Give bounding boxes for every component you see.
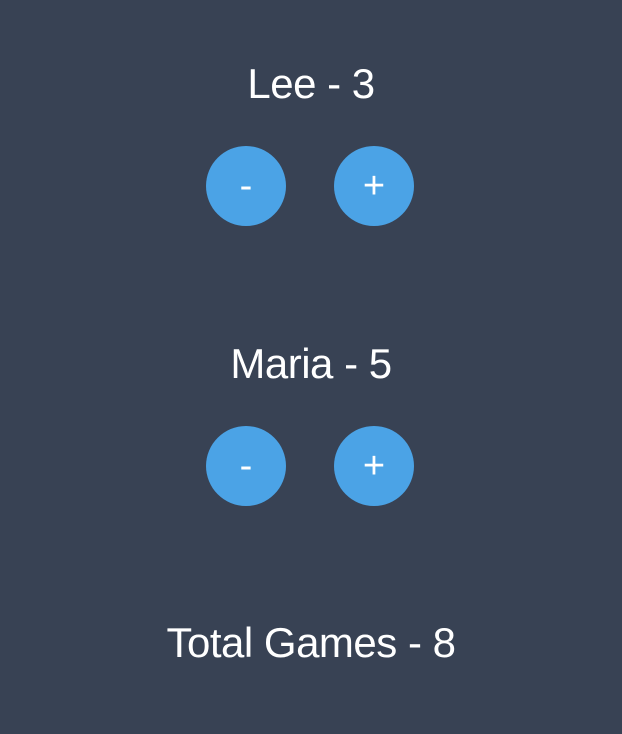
player-1-score-label: Lee - 3 [247, 60, 375, 107]
player-2-decrement-button[interactable]: - [206, 426, 286, 506]
total-games-label: Total Games - 8 [166, 619, 456, 666]
player-2-score-label: Maria - 5 [230, 340, 392, 387]
player-2-increment-button[interactable]: + [334, 426, 414, 506]
player-1-increment-button[interactable]: + [334, 146, 414, 226]
player-1-decrement-button[interactable]: - [206, 146, 286, 226]
